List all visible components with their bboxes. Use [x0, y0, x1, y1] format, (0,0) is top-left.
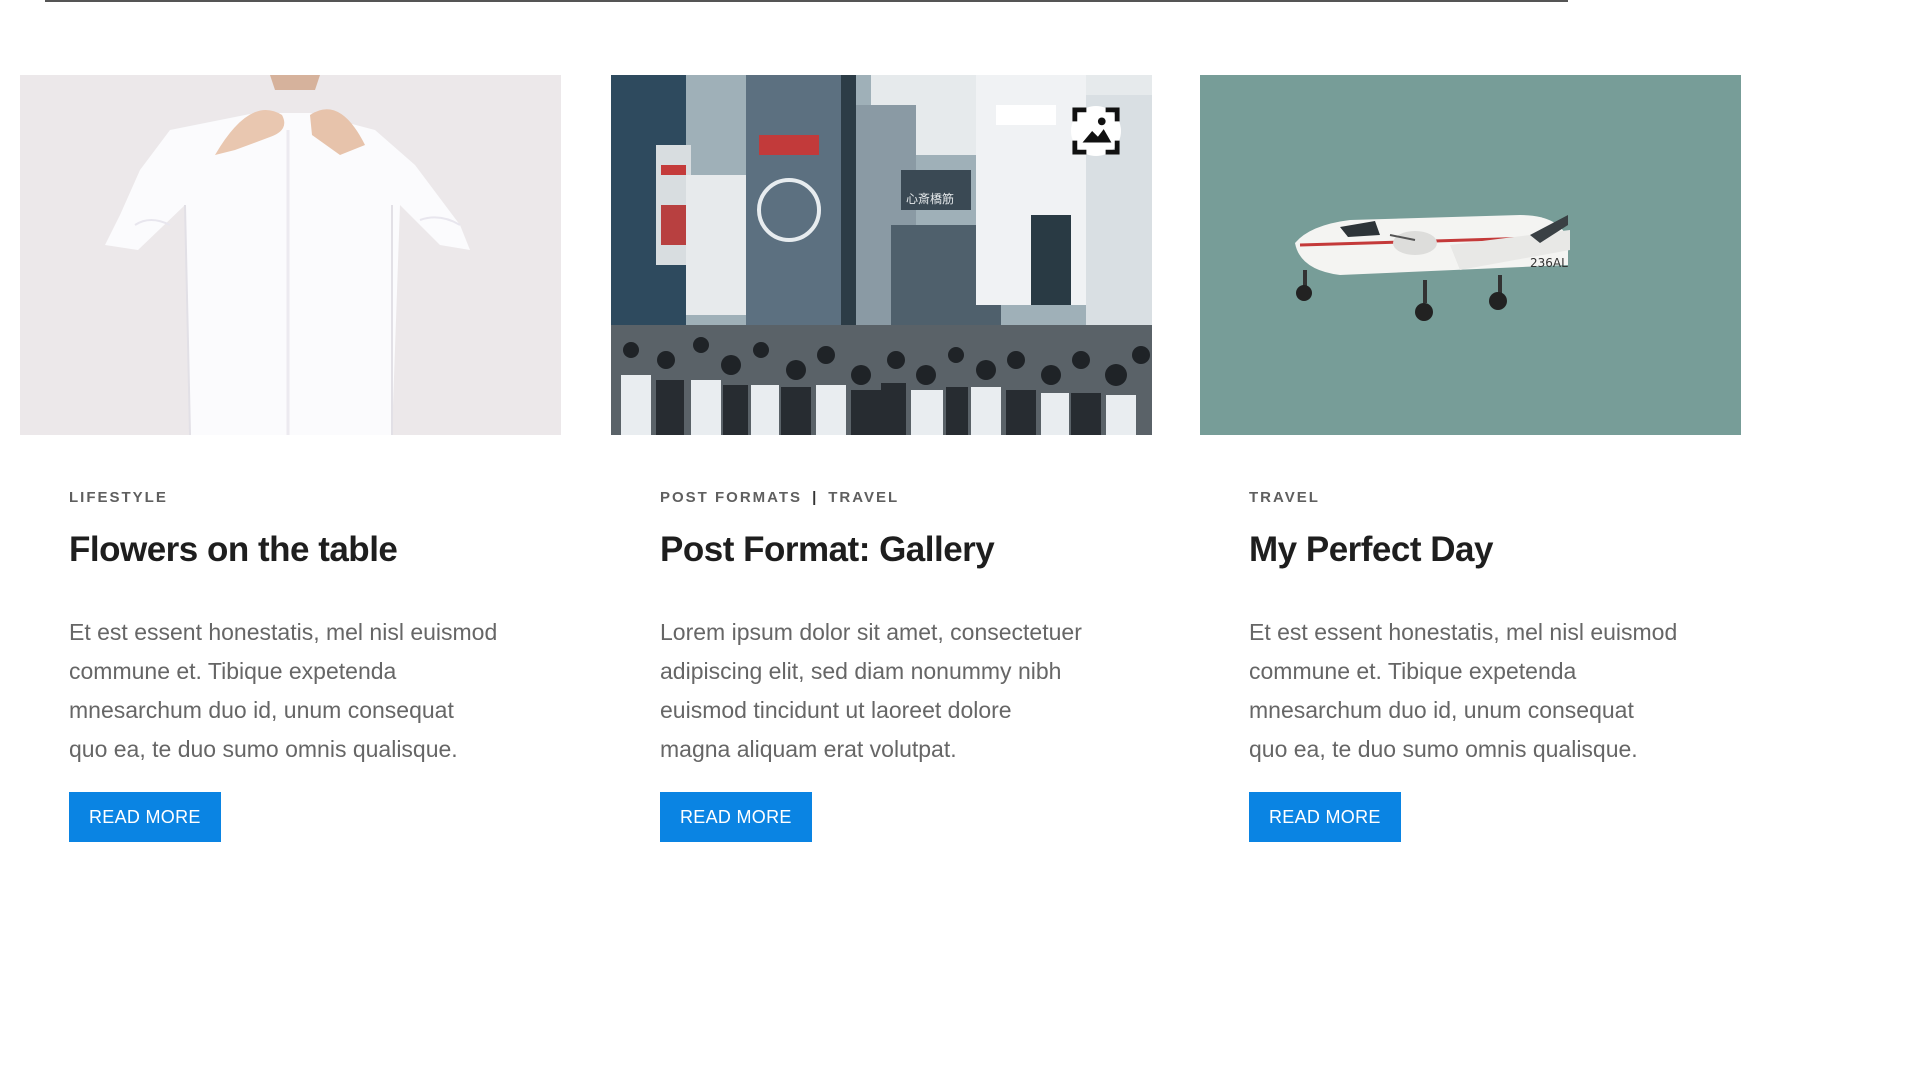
post-excerpt: Et est essent honestatis, mel nisl euism…	[69, 613, 529, 769]
category-link[interactable]: TRAVEL	[1249, 489, 1320, 506]
shirt-photo	[20, 75, 561, 435]
post-card: LIFESTYLE Flowers on the table Et est es…	[20, 75, 561, 842]
excerpt-line: mnesarchum duo id, unum consequat	[1249, 697, 1634, 723]
airplane-photo: 236AL	[1200, 75, 1741, 435]
post-title[interactable]: Post Format: Gallery	[660, 529, 1152, 571]
category-link[interactable]: TRAVEL	[828, 489, 899, 506]
read-more-button[interactable]: READ MORE	[69, 792, 221, 842]
gallery-icon	[1072, 107, 1120, 155]
category-separator: |	[812, 489, 819, 506]
excerpt-line: commune et. Tibique expetenda	[1249, 658, 1577, 684]
post-thumbnail[interactable]	[20, 75, 561, 435]
category-link[interactable]: POST FORMATS	[660, 489, 802, 506]
post-thumbnail[interactable]: 心斎橋筋	[611, 75, 1152, 435]
svg-text:心斎橋筋: 心斎橋筋	[906, 191, 954, 206]
post-excerpt: Et est essent honestatis, mel nisl euism…	[1249, 613, 1709, 769]
excerpt-line: Et est essent honestatis, mel nisl euism…	[1249, 619, 1678, 645]
gallery-format-badge	[1071, 106, 1121, 156]
excerpt-line: commune et. Tibique expetenda	[69, 658, 397, 684]
excerpt-line: magna aliquam erat volutpat.	[660, 736, 957, 762]
post-categories: TRAVEL	[1249, 489, 1741, 507]
post-excerpt: Lorem ipsum dolor sit amet, consectetuer…	[660, 613, 1120, 769]
post-card: 236AL TRAVEL My Perfect Day Et est essen…	[1200, 75, 1741, 842]
post-title[interactable]: My Perfect Day	[1249, 529, 1741, 571]
excerpt-line: Lorem ipsum dolor sit amet, consectetuer	[660, 619, 1082, 645]
read-more-button[interactable]: READ MORE	[660, 792, 812, 842]
excerpt-line: mnesarchum duo id, unum consequat	[69, 697, 454, 723]
excerpt-line: adipiscing elit, sed diam nonummy nibh	[660, 658, 1062, 684]
svg-text:236AL: 236AL	[1530, 256, 1568, 270]
category-link[interactable]: LIFESTYLE	[69, 489, 168, 506]
excerpt-line: quo ea, te duo sumo omnis qualisque.	[1249, 736, 1638, 762]
post-thumbnail[interactable]: 236AL	[1200, 75, 1741, 435]
post-title[interactable]: Flowers on the table	[69, 529, 561, 571]
excerpt-line: Et est essent honestatis, mel nisl euism…	[69, 619, 498, 645]
post-card: 心斎橋筋 POST FORMATS | TRAVEL Post Format: …	[611, 75, 1152, 842]
excerpt-line: euismod tincidunt ut laoreet dolore	[660, 697, 1012, 723]
top-divider	[45, 0, 1568, 2]
read-more-button[interactable]: READ MORE	[1249, 792, 1401, 842]
post-categories: POST FORMATS | TRAVEL	[660, 489, 1152, 507]
excerpt-line: quo ea, te duo sumo omnis qualisque.	[69, 736, 458, 762]
post-categories: LIFESTYLE	[69, 489, 561, 507]
